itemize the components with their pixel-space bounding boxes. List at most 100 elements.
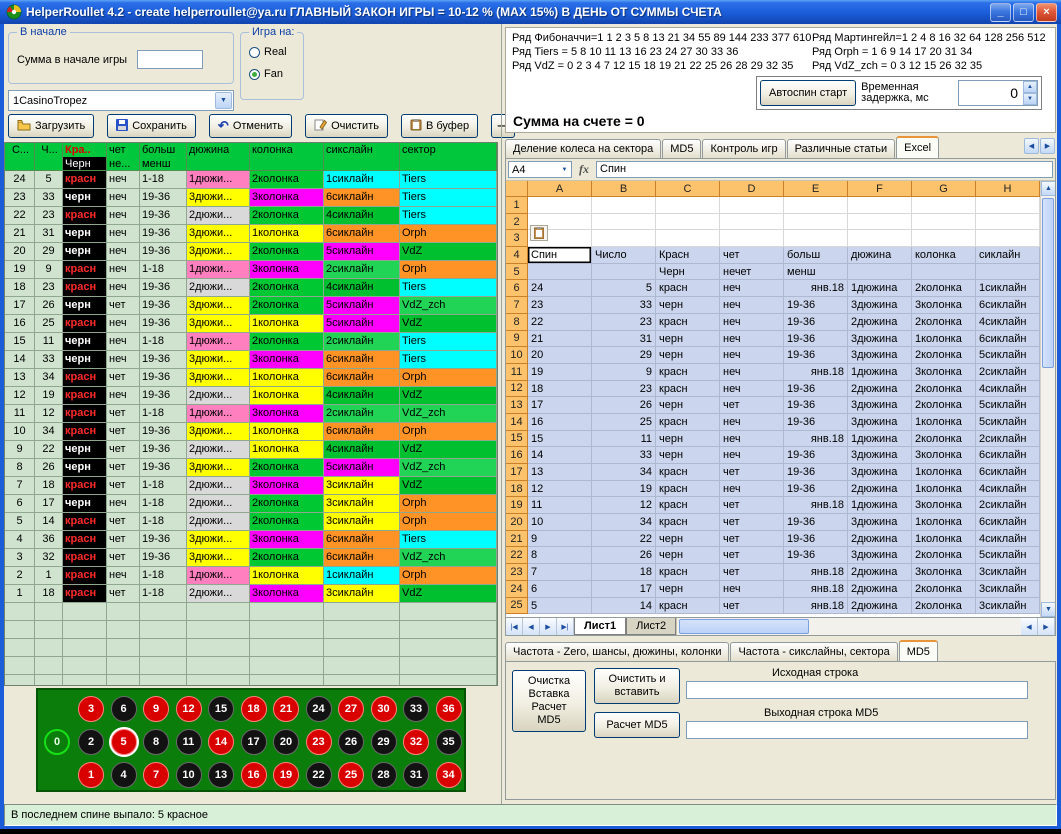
excel-cell[interactable]: 12	[528, 481, 592, 498]
excel-cell[interactable]: 6сиклайн	[976, 514, 1040, 531]
excel-cell[interactable]: неч	[720, 447, 784, 464]
history-cell[interactable]: 1дюжи...	[187, 171, 250, 189]
history-cell[interactable]: 6сиклайн	[324, 531, 400, 549]
history-cell[interactable]: красн	[63, 315, 107, 333]
excel-cell[interactable]: неч	[720, 364, 784, 381]
excel-cell[interactable]: черн	[656, 581, 720, 598]
excel-cell[interactable]: 23	[592, 314, 656, 331]
history-cell[interactable]: 34	[35, 423, 63, 441]
history-cell[interactable]: 3дюжи...	[187, 423, 250, 441]
history-cell[interactable]: 1колонка	[250, 441, 324, 459]
excel-column-header[interactable]: D	[720, 181, 784, 197]
history-cell[interactable]: 26	[35, 459, 63, 477]
excel-cell[interactable]: сиклайн	[976, 247, 1040, 264]
excel-cell[interactable]: черн	[656, 397, 720, 414]
excel-row-header[interactable]: 3	[506, 230, 528, 247]
history-cell[interactable]: неч	[107, 351, 140, 369]
radio-fan[interactable]: Fan	[249, 68, 283, 80]
history-cell[interactable]: Tiers	[400, 531, 497, 549]
excel-cell[interactable]: 18	[592, 564, 656, 581]
excel-cell[interactable]: Красн	[656, 247, 720, 264]
excel-cell[interactable]: 2дюжина	[848, 481, 912, 498]
excel-cell[interactable]: неч	[720, 431, 784, 448]
excel-cell[interactable]: янв.18	[784, 280, 848, 297]
history-cell[interactable]: VdZ_zch	[400, 405, 497, 423]
excel-cell[interactable]: неч	[720, 414, 784, 431]
history-cell[interactable]: красн	[63, 513, 107, 531]
history-cell[interactable]: 31	[35, 225, 63, 243]
history-cell[interactable]: черн	[63, 441, 107, 459]
history-cell[interactable]: 2сиклайн	[324, 333, 400, 351]
history-cell[interactable]: Orph	[400, 261, 497, 279]
excel-cell[interactable]: 6сиклайн	[976, 297, 1040, 314]
history-cell[interactable]: 1дюжи...	[187, 261, 250, 279]
history-cell[interactable]: 7	[5, 477, 35, 495]
history-cell[interactable]: красн	[63, 279, 107, 297]
history-cell[interactable]: 2дюжи...	[187, 207, 250, 225]
history-cell[interactable]: 6сиклайн	[324, 549, 400, 567]
history-cell[interactable]: черн	[63, 351, 107, 369]
radio-real[interactable]: Real	[249, 46, 287, 58]
excel-cell[interactable]: 3дюжина	[848, 414, 912, 431]
history-cell[interactable]: неч	[107, 387, 140, 405]
excel-cell[interactable]: 4сиклайн	[976, 481, 1040, 498]
excel-cell[interactable]: Спин	[528, 247, 592, 264]
history-cell[interactable]: 3дюжи...	[187, 315, 250, 333]
history-cell[interactable]: неч	[107, 171, 140, 189]
excel-cell[interactable]	[784, 230, 848, 247]
roulette-number[interactable]: 36	[436, 696, 462, 722]
roulette-number[interactable]: 9	[143, 696, 169, 722]
to-clipboard-button[interactable]: В буфер	[401, 114, 478, 138]
history-cell[interactable]: 1колонка	[250, 567, 324, 585]
excel-cell[interactable]: 16	[528, 414, 592, 431]
excel-cell[interactable]: 2колонка	[912, 314, 976, 331]
history-row[interactable]: 1219красннеч19-362дюжи...1колонка4сиклай…	[5, 387, 497, 405]
delay-spinner[interactable]: 0 ▲ ▼	[958, 80, 1038, 106]
history-cell[interactable]: 2сиклайн	[324, 261, 400, 279]
history-cell[interactable]: 9	[5, 441, 35, 459]
save-button[interactable]: Сохранить	[107, 114, 196, 138]
history-cell[interactable]: 24	[5, 171, 35, 189]
md5-calc-button[interactable]: Расчет MD5	[594, 712, 680, 738]
history-cell[interactable]: 18	[35, 585, 63, 603]
history-cell[interactable]: 4сиклайн	[324, 441, 400, 459]
history-cell[interactable]: VdZ	[400, 387, 497, 405]
history-cell[interactable]: 19-36	[140, 369, 187, 387]
history-cell[interactable]: 25	[35, 315, 63, 333]
excel-cell[interactable]: черн	[656, 431, 720, 448]
excel-cell[interactable]: красн	[656, 598, 720, 615]
history-cell[interactable]: 19-36	[140, 207, 187, 225]
history-cell[interactable]: 1колонка	[250, 423, 324, 441]
roulette-number[interactable]: 31	[403, 762, 429, 788]
roulette-number[interactable]: 35	[436, 729, 462, 755]
history-cell[interactable]: 2колонка	[250, 171, 324, 189]
history-cell[interactable]: 5сиклайн	[324, 459, 400, 477]
history-row[interactable]: 1726чернчет19-363дюжи...2колонка5сиклайн…	[5, 297, 497, 315]
excel-cell[interactable]: 6	[528, 581, 592, 598]
history-cell[interactable]: 2дюжи...	[187, 495, 250, 513]
excel-cell[interactable]: 24	[528, 280, 592, 297]
history-cell[interactable]: 1	[5, 585, 35, 603]
sheet-nav-prev-icon[interactable]: ◀	[523, 618, 540, 635]
roulette-number[interactable]: 28	[371, 762, 397, 788]
excel-cell[interactable]: 19-36	[784, 531, 848, 548]
history-cell[interactable]: 2колонка	[250, 243, 324, 261]
excel-cell[interactable]: янв.18	[784, 364, 848, 381]
history-cell[interactable]: неч	[107, 207, 140, 225]
history-cell[interactable]: 19-36	[140, 189, 187, 207]
history-row[interactable]: 1334краснчет19-363дюжи...1колонка6сиклай…	[5, 369, 497, 387]
excel-cell[interactable]: неч	[720, 297, 784, 314]
excel-cell[interactable]: чет	[720, 514, 784, 531]
history-row[interactable]: 1823красннеч19-362дюжи...2колонка4сиклай…	[5, 279, 497, 297]
history-cell[interactable]: VdZ_zch	[400, 459, 497, 477]
formula-bar[interactable]: Спин	[596, 161, 1053, 178]
excel-cell[interactable]: 1дюжина	[848, 364, 912, 381]
history-cell[interactable]: 3колонка	[250, 585, 324, 603]
history-cell[interactable]: 19	[35, 387, 63, 405]
excel-cell[interactable]: 2сиклайн	[976, 431, 1040, 448]
excel-cell[interactable]: 2дюжина	[848, 531, 912, 548]
history-cell[interactable]: 19-36	[140, 279, 187, 297]
tab-md5[interactable]: MD5	[662, 139, 701, 158]
history-cell[interactable]: 20	[5, 243, 35, 261]
history-cell[interactable]: 23	[35, 207, 63, 225]
